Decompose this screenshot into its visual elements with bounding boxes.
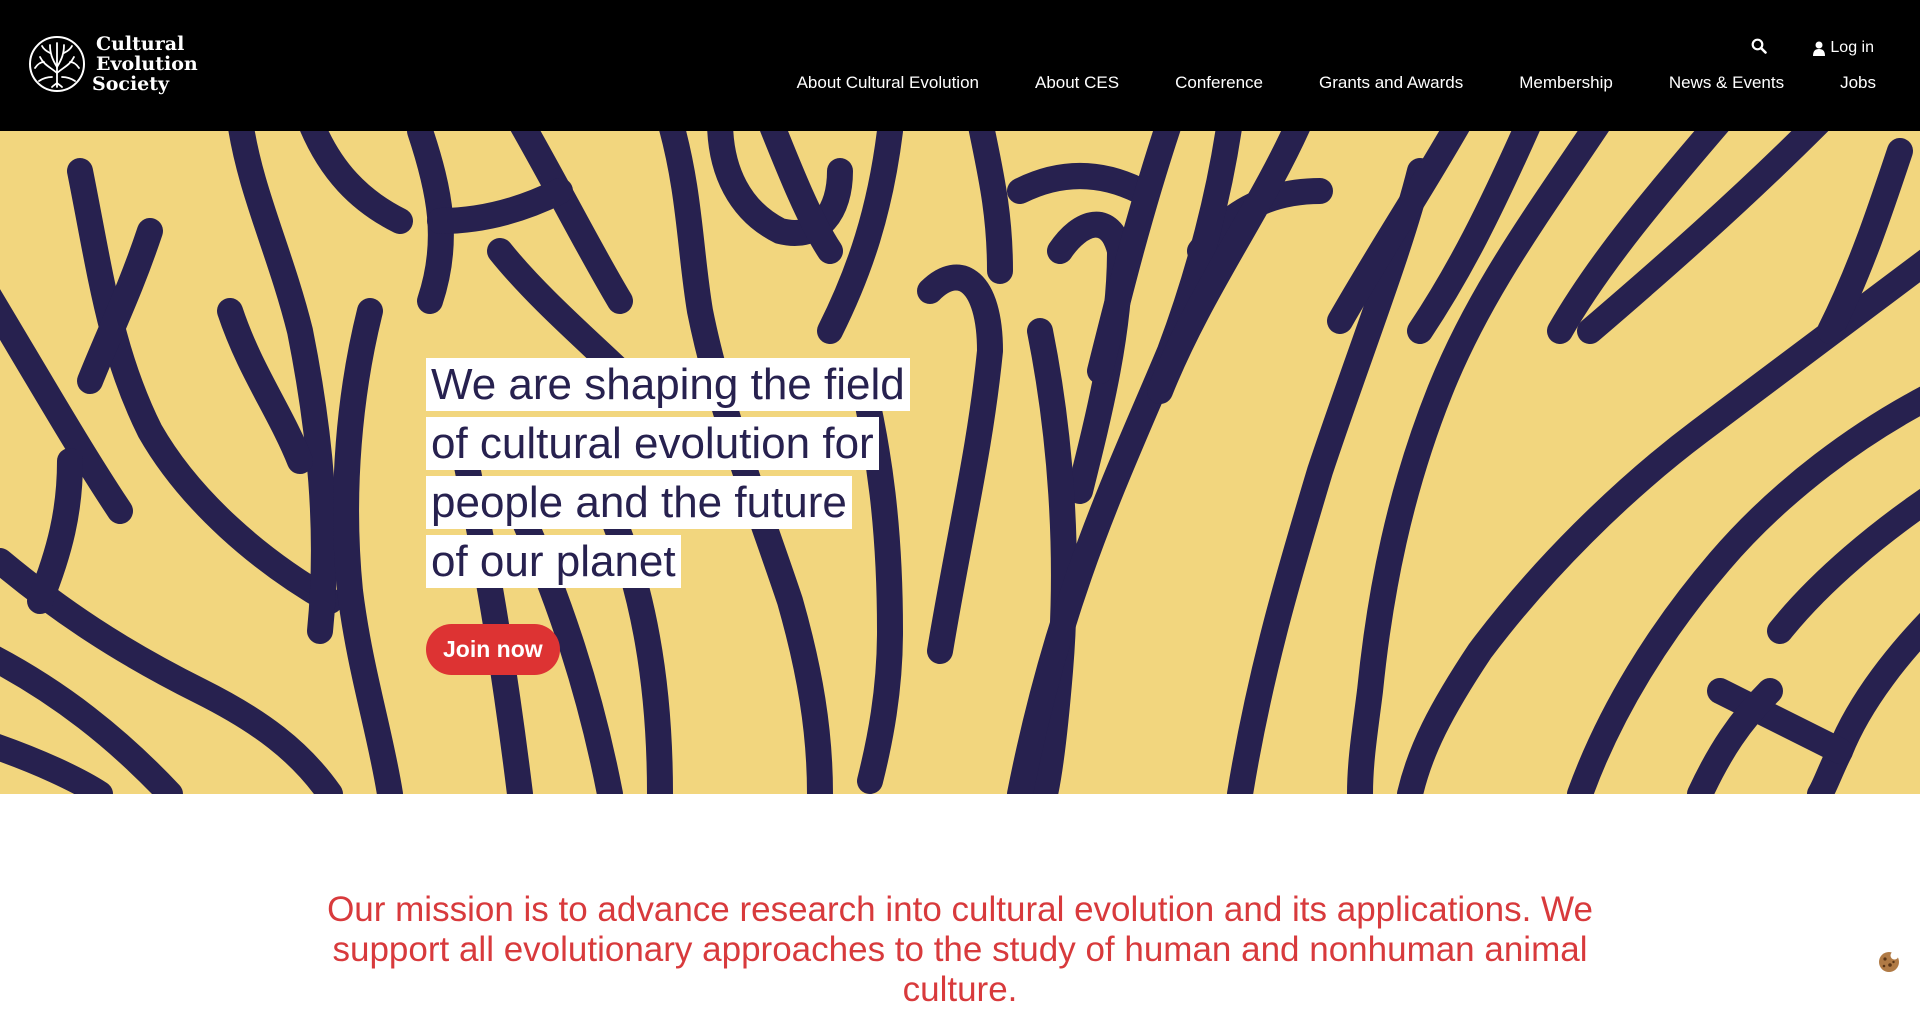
headline-line-1: We are shaping the field (426, 358, 910, 411)
nav-grants-and-awards[interactable]: Grants and Awards (1319, 73, 1463, 93)
utility-nav: Log in (1751, 38, 1874, 58)
site-logo[interactable]: Cultural Evolution Society (28, 34, 198, 94)
login-label: Log in (1830, 39, 1874, 56)
user-icon (1813, 41, 1826, 56)
logo-line-3: Society (92, 73, 170, 95)
logo-line-1: Cultural (96, 33, 185, 55)
nav-news-events[interactable]: News & Events (1669, 73, 1784, 93)
main-nav: About Cultural Evolution About CES Confe… (797, 71, 1876, 95)
headline-line-4: of our planet (426, 535, 681, 588)
headline-line-2: of cultural evolution for (426, 417, 879, 470)
nav-conference[interactable]: Conference (1175, 73, 1263, 93)
branch-pattern-background (0, 131, 1920, 794)
headline-line-3: people and the future (426, 476, 852, 529)
nav-about-cultural-evolution[interactable]: About Cultural Evolution (797, 73, 979, 93)
mission-statement: Our mission is to advance research into … (327, 890, 1593, 1009)
cookie-settings-icon[interactable] (1878, 951, 1900, 973)
join-now-button[interactable]: Join now (426, 624, 560, 675)
logo-line-2: Evolution (96, 53, 198, 75)
hero-banner: We are shaping the field of cultural evo… (0, 131, 1920, 794)
nav-about-ces[interactable]: About CES (1035, 73, 1119, 93)
nav-jobs[interactable]: Jobs (1840, 73, 1876, 93)
search-icon[interactable] (1751, 38, 1768, 59)
login-link[interactable]: Log in (1813, 39, 1874, 57)
nav-membership[interactable]: Membership (1519, 73, 1613, 93)
logo-wordmark: Cultural Evolution Society (92, 34, 198, 94)
hero-headline: We are shaping the field of cultural evo… (426, 355, 946, 591)
site-header: Cultural Evolution Society Log in About … (0, 0, 1920, 131)
tree-logo-icon (29, 36, 85, 92)
